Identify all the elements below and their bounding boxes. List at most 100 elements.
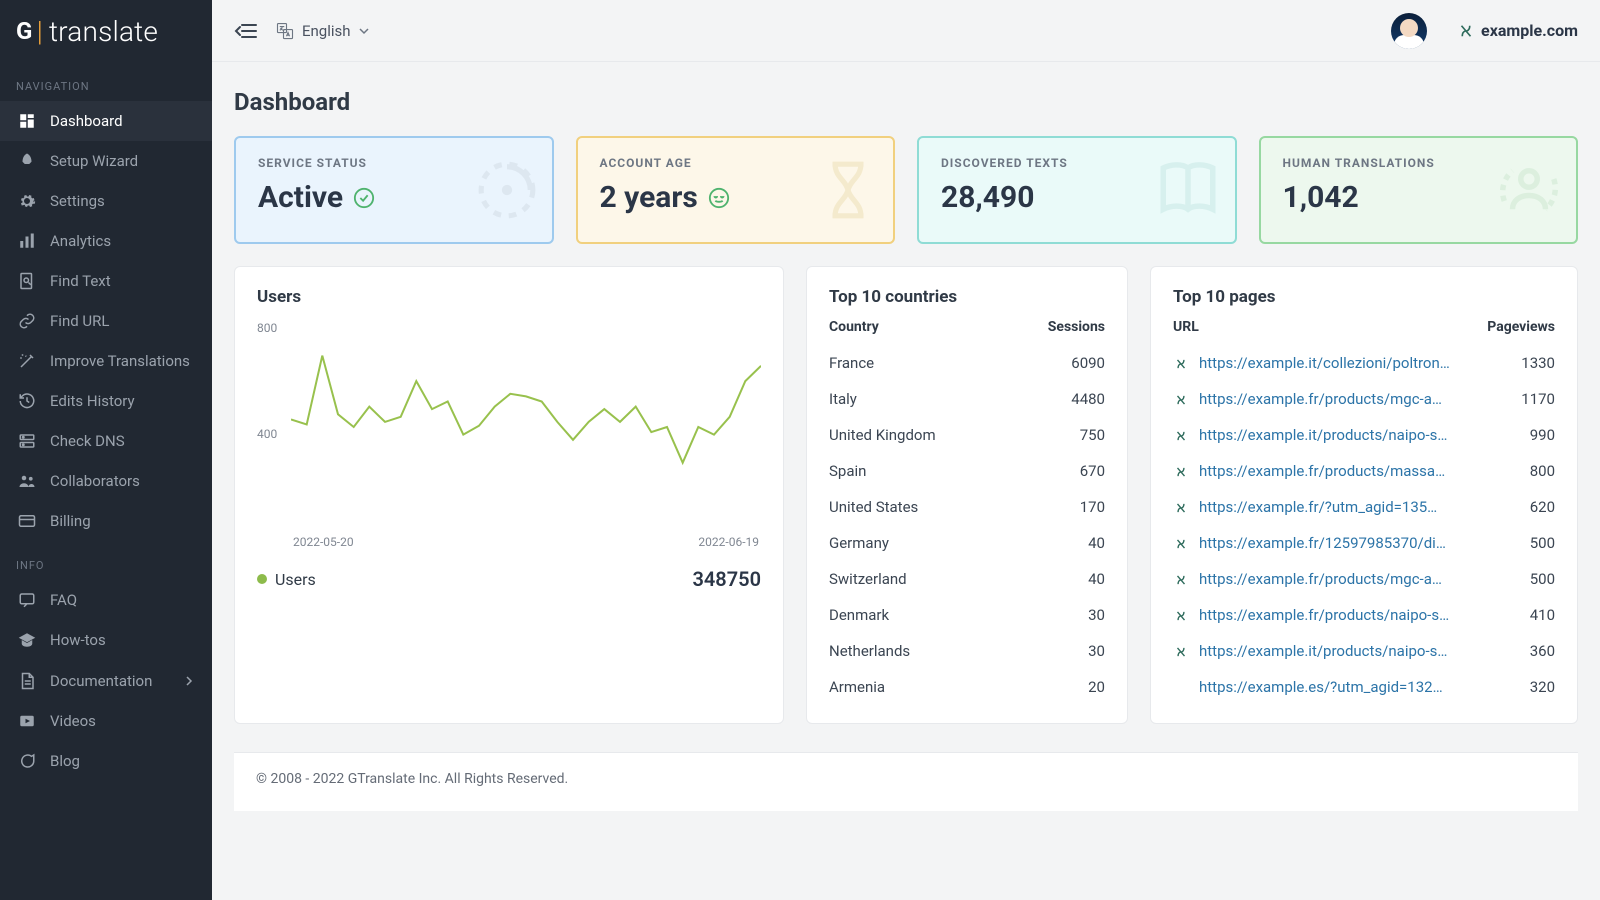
page-link[interactable]: https://example.fr/products/naipo-s…	[1199, 606, 1449, 624]
sidebar-item-analytics[interactable]: Analytics	[0, 221, 212, 261]
page-link[interactable]: https://example.fr/products/massa…	[1199, 462, 1445, 480]
sidebar-item-setup-wizard[interactable]: Setup Wizard	[0, 141, 212, 181]
sessions-cell: 40	[1009, 561, 1105, 597]
sessions-cell: 30	[1009, 633, 1105, 669]
sidebar-item-label: Find URL	[50, 312, 109, 330]
table-row: Spain670	[829, 453, 1105, 489]
doc-icon	[18, 672, 36, 690]
sidebar-item-faq[interactable]: FAQ	[0, 580, 212, 620]
table-row: https://example.it/collezioni/poltron…13…	[1173, 345, 1555, 381]
stat-service-status: SERVICE STATUS Active	[234, 136, 554, 244]
sessions-cell: 4480	[1009, 381, 1105, 417]
sidebar-item-settings[interactable]: Settings	[0, 181, 212, 221]
pageviews-cell: 320	[1476, 669, 1555, 705]
country-cell: Switzerland	[829, 561, 1009, 597]
sidebar-item-find-url[interactable]: Find URL	[0, 301, 212, 341]
sidebar-item-label: Analytics	[50, 232, 111, 250]
sidebar: G | translate NAVIGATION DashboardSetup …	[0, 0, 212, 900]
country-cell: France	[829, 345, 1009, 381]
sidebar-item-label: Dashboard	[50, 112, 123, 130]
stats-row: SERVICE STATUS Active ACCOUNT AGE 2 year…	[234, 136, 1578, 244]
smile-cool-icon	[708, 187, 730, 209]
page-link[interactable]: https://example.es/?utm_agid=132…	[1199, 678, 1443, 696]
chart-ytick: 400	[257, 427, 277, 441]
gradcap-icon	[18, 631, 36, 649]
page-link[interactable]: https://example.fr/?utm_agid=135…	[1199, 498, 1437, 516]
sidebar-item-edits-history[interactable]: Edits History	[0, 381, 212, 421]
caret-down-icon	[359, 26, 369, 36]
sessions-cell: 40	[1009, 525, 1105, 561]
page-link[interactable]: https://example.it/products/naipo-s…	[1199, 642, 1447, 660]
col-url: URL	[1173, 319, 1476, 345]
sidebar-item-documentation[interactable]: Documentation	[0, 660, 212, 701]
country-cell: Netherlands	[829, 633, 1009, 669]
sidebar-item-collaborators[interactable]: Collaborators	[0, 461, 212, 501]
pageviews-cell: 360	[1476, 633, 1555, 669]
table-row: https://example.fr/products/naipo-s… 410	[1173, 597, 1555, 633]
pages-table: URL Pageviews https://example.it/collezi…	[1173, 319, 1555, 705]
panel-title: Top 10 countries	[829, 287, 1105, 307]
message-icon	[18, 752, 36, 770]
sessions-cell: 750	[1009, 417, 1105, 453]
stat-value: 28,490	[941, 180, 1034, 215]
stat-discovered-texts: DISCOVERED TEXTS 28,490	[917, 136, 1237, 244]
pageviews-cell: 800	[1476, 453, 1555, 489]
hourglass-icon	[817, 159, 879, 221]
url-cell: https://example.fr/products/mgc-a…	[1173, 381, 1476, 417]
sessions-cell: 20	[1009, 669, 1105, 705]
sidebar-item-find-text[interactable]: Find Text	[0, 261, 212, 301]
table-row: https://example.fr/products/mgc-a…1170	[1173, 381, 1555, 417]
url-cell: https://example.it/products/naipo-s…	[1173, 633, 1476, 669]
sidebar-item-label: Documentation	[50, 672, 152, 690]
stat-value: 2 years	[600, 180, 698, 215]
user-avatar[interactable]	[1391, 13, 1427, 49]
video-icon	[18, 712, 36, 730]
translate-icon	[276, 22, 294, 40]
table-row: Armenia20	[829, 669, 1105, 705]
current-domain[interactable]: example.com	[1457, 21, 1578, 40]
domain-label: example.com	[1481, 21, 1578, 40]
sessions-cell: 670	[1009, 453, 1105, 489]
pageviews-cell: 410	[1476, 597, 1555, 633]
domain-aleph-icon	[1173, 464, 1189, 480]
sidebar-item-dashboard[interactable]: Dashboard	[0, 101, 212, 141]
page-link[interactable]: https://example.fr/products/mgc-a…	[1199, 570, 1442, 588]
sessions-cell: 170	[1009, 489, 1105, 525]
page-link[interactable]: https://example.fr/12597985370/di…	[1199, 534, 1446, 552]
page-link[interactable]: https://example.it/collezioni/poltron…	[1199, 354, 1450, 372]
table-row: https://example.fr/12597985370/di…500	[1173, 525, 1555, 561]
language-selector[interactable]: English	[276, 22, 369, 40]
sidebar-item-label: Videos	[50, 712, 96, 730]
stat-value: Active	[258, 180, 343, 215]
sidebar-item-label: How-tos	[50, 631, 106, 649]
sidebar-item-billing[interactable]: Billing	[0, 501, 212, 541]
url-cell: https://example.fr/?utm_agid=135…	[1173, 489, 1476, 525]
sidebar-item-blog[interactable]: Blog	[0, 741, 212, 781]
collapse-sidebar-button[interactable]	[234, 19, 258, 43]
users-panel: Users 800 400 2022-05-20 2022-06-19 User…	[234, 266, 784, 724]
domain-aleph-icon	[1457, 22, 1475, 40]
table-row: https://example.es/?utm_agid=132… 320	[1173, 669, 1555, 705]
history-icon	[18, 392, 36, 410]
topbar: English example.com	[212, 0, 1600, 62]
language-label: English	[302, 22, 351, 40]
table-row: https://example.fr/products/massa… 800	[1173, 453, 1555, 489]
legend-dot-icon	[257, 574, 267, 584]
table-row: https://example.it/products/naipo-s…990	[1173, 417, 1555, 453]
brand[interactable]: G | translate	[0, 0, 212, 62]
collapse-icon	[234, 19, 258, 43]
gear-icon	[18, 192, 36, 210]
sidebar-item-videos[interactable]: Videos	[0, 701, 212, 741]
sidebar-item-label: Setup Wizard	[50, 152, 138, 170]
check-circle-icon	[353, 187, 375, 209]
page-link[interactable]: https://example.it/products/naipo-s…	[1199, 426, 1447, 444]
domain-aleph-icon	[1173, 608, 1189, 624]
table-row: Germany40	[829, 525, 1105, 561]
sidebar-item-check-dns[interactable]: Check DNS	[0, 421, 212, 461]
page-link[interactable]: https://example.fr/products/mgc-a…	[1199, 390, 1442, 408]
table-row: United Kingdom750	[829, 417, 1105, 453]
sidebar-item-how-tos[interactable]: How-tos	[0, 620, 212, 660]
domain-aleph-icon	[1173, 356, 1189, 372]
sidebar-item-label: Billing	[50, 512, 91, 530]
sidebar-item-improve-translations[interactable]: Improve Translations	[0, 341, 212, 381]
